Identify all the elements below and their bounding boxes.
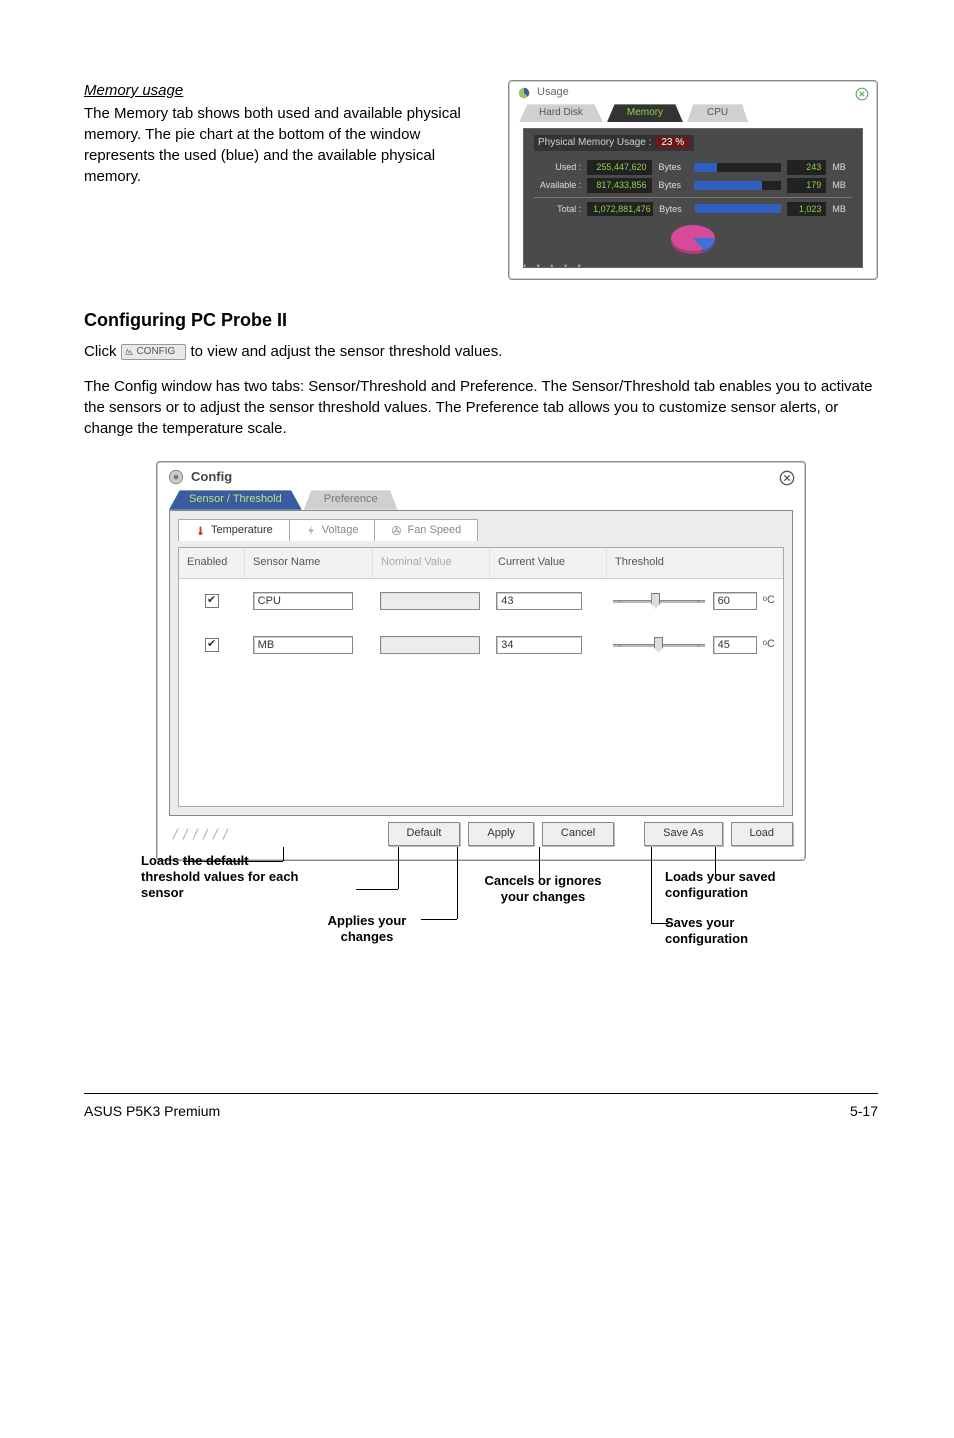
usage-caption: Physical Memory Usage :23 %: [534, 135, 694, 151]
memory-row: Total :1,072,881,476Bytes1,023MB: [534, 202, 852, 217]
tab-voltage[interactable]: Voltage: [289, 519, 376, 541]
threshold-slider[interactable]: [613, 594, 705, 608]
label-cancels: Cancels or ignores your changes: [483, 873, 603, 906]
footer-right: 5-17: [850, 1102, 878, 1122]
memory-row: Used :255,447,620Bytes243MB: [534, 160, 852, 175]
close-icon[interactable]: [855, 87, 869, 101]
footer-left: ASUS P5K3 Premium: [84, 1102, 220, 1122]
click-sentence: Click CONFIG to view and adjust the sens…: [84, 341, 878, 362]
sensor-name-field[interactable]: [253, 636, 353, 654]
tab-fan-speed[interactable]: Fan Speed: [374, 519, 478, 541]
thermometer-icon: [195, 525, 206, 536]
label-loads-saved: Loads your saved configuration: [665, 869, 825, 902]
sensor-row: oC: [179, 579, 783, 623]
enable-checkbox[interactable]: [205, 638, 219, 652]
tab-sensor-threshold[interactable]: Sensor / Threshold: [169, 490, 302, 509]
tab-hard-disk[interactable]: Hard Disk: [519, 104, 603, 122]
label-loads-default: Loads the default threshold values for e…: [141, 853, 311, 902]
col-sensor-name: Sensor Name: [245, 548, 373, 577]
sensor-name-field[interactable]: [253, 592, 353, 610]
sensor-grid: Enabled Sensor Name Nominal Value Curren…: [178, 547, 784, 807]
usage-panel: Usage Hard Disk Memory CPU Physical Memo…: [508, 80, 878, 280]
config-title: Config: [191, 468, 232, 486]
usage-title: Usage: [537, 85, 569, 100]
unit-label: oC: [763, 593, 775, 608]
fan-icon: [391, 525, 402, 536]
tab-cpu[interactable]: CPU: [687, 104, 748, 122]
nominal-field: [380, 592, 480, 610]
memory-usage-body: The Memory tab shows both used and avail…: [84, 103, 490, 187]
memory-usage-heading: Memory usage: [84, 80, 490, 101]
pie-chart: [668, 219, 718, 257]
current-value-field: [496, 592, 582, 610]
config-paragraph: The Config window has two tabs: Sensor/T…: [84, 376, 878, 439]
col-nominal-value: Nominal Value: [373, 548, 490, 577]
label-applies: Applies your changes: [307, 913, 427, 946]
config-window: Config Sensor / Threshold Preference Tem…: [156, 461, 806, 860]
current-value-field: [496, 636, 582, 654]
memory-row: Available :817,433,856Bytes179MB: [534, 178, 852, 193]
config-inline-button: CONFIG: [121, 344, 187, 360]
nominal-field: [380, 636, 480, 654]
threshold-field[interactable]: [713, 636, 757, 654]
section-heading: Configuring PC Probe II: [84, 308, 878, 333]
apply-button[interactable]: Apply: [468, 822, 534, 845]
gear-icon: [167, 468, 185, 486]
default-button[interactable]: Default: [388, 822, 461, 845]
threshold-field[interactable]: [713, 592, 757, 610]
close-icon[interactable]: [779, 470, 795, 486]
voltage-icon: [306, 525, 317, 536]
save-as-button[interactable]: Save As: [644, 822, 722, 845]
threshold-slider[interactable]: [613, 638, 705, 652]
sensor-row: oC: [179, 623, 783, 667]
col-enabled: Enabled: [179, 548, 245, 577]
label-saves: Saves your configuration: [665, 915, 805, 948]
chart-icon: [517, 86, 531, 100]
unit-label: oC: [763, 637, 775, 652]
cancel-button[interactable]: Cancel: [542, 822, 614, 845]
callout-labels: Loads the default threshold values for e…: [141, 875, 821, 1005]
col-current-value: Current Value: [490, 548, 607, 577]
tab-temperature[interactable]: Temperature: [178, 519, 290, 541]
resize-grip: • • • • •: [523, 260, 585, 273]
tab-memory[interactable]: Memory: [607, 104, 683, 122]
col-threshold: Threshold: [607, 548, 783, 577]
enable-checkbox[interactable]: [205, 594, 219, 608]
tab-preference[interactable]: Preference: [304, 490, 398, 509]
resize-grip: [169, 826, 279, 842]
load-button[interactable]: Load: [731, 822, 793, 845]
